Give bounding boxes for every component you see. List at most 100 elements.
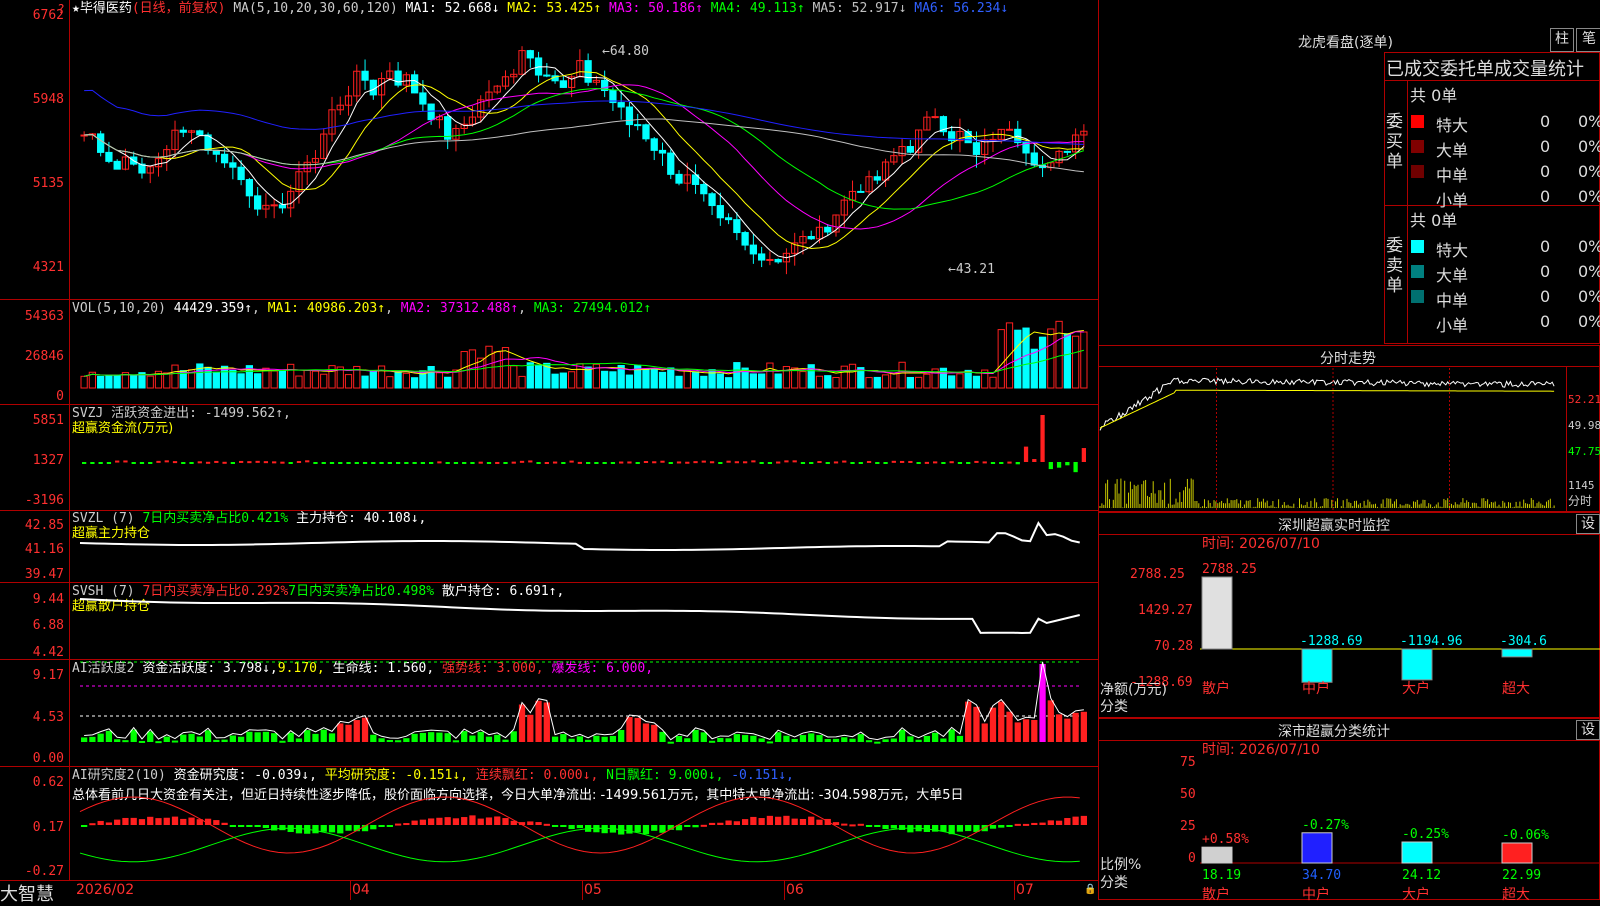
ratio-change-label: -0.25%: [1402, 827, 1449, 842]
main-holding-chart[interactable]: [70, 511, 1098, 582]
fund-flow-bar: [569, 460, 574, 463]
volume-bar: [683, 370, 691, 389]
intraday-axis-label: 分时: [1568, 494, 1593, 508]
activity-bar: [163, 736, 170, 742]
activity-bar: [659, 731, 666, 742]
activity-bar: [81, 737, 88, 742]
candlestick-chart[interactable]: [70, 16, 1098, 299]
category-count: 0: [1540, 287, 1551, 306]
monitor-settings-button[interactable]: 设: [1576, 514, 1600, 534]
research-bar: [725, 820, 732, 825]
fund-flow-bar: [1065, 462, 1070, 466]
research-bar: [147, 816, 154, 825]
category-swatch: [1411, 140, 1424, 153]
activity-bar: [766, 741, 774, 744]
activity-bar: [775, 732, 782, 742]
fund-flow-bar: [726, 460, 731, 463]
ma3-value: MA3: 50.186↑: [609, 1, 703, 16]
stock-name[interactable]: 毕得医药: [80, 1, 132, 16]
ratio-bar: [1401, 841, 1433, 864]
activity-bar: [973, 706, 980, 742]
activity-bar: [841, 737, 848, 742]
intraday-ytick: 47.75: [1568, 445, 1600, 458]
volume-chart[interactable]: [70, 316, 1098, 404]
fund-flow-bar: [957, 462, 963, 464]
fund-flow-bar: [1007, 461, 1012, 464]
ratio-change-label: -0.27%: [1302, 818, 1349, 833]
retail-holding-chart[interactable]: [70, 583, 1098, 659]
fund-flow-bar: [1015, 462, 1020, 465]
monitor-bar-chart[interactable]: 2788.25 散户 -1288.69 中户 -1194.96 大户 -304.6 超大: [1200, 562, 1600, 697]
research-bar: [560, 825, 567, 827]
classify-settings-button[interactable]: 设: [1576, 720, 1600, 740]
volume-bar: [873, 376, 881, 389]
volume-bar: [510, 365, 518, 389]
activity-bar: [618, 729, 625, 742]
volume-bar: [865, 377, 873, 389]
candle-body: [229, 162, 237, 168]
category-name: 中单: [1436, 291, 1469, 310]
fund-flow-bar: [908, 460, 913, 463]
fund-flow-chart[interactable]: [70, 405, 1098, 510]
bar-mode-button[interactable]: 柱: [1550, 28, 1574, 52]
classify-time: 时间: 2026/07/10: [1202, 742, 1320, 758]
activity-bar: [758, 738, 765, 742]
candle-body: [824, 226, 832, 233]
fund-flow-bar: [594, 462, 599, 464]
fund-flow-bar: [420, 462, 426, 464]
activity-bar: [907, 736, 914, 742]
classify-bar-chart[interactable]: +0.58% 18.19 散户 -0.27% 34.70 中户 -0.25% 24.12 大户 -…: [1200, 760, 1600, 903]
research-bar: [1014, 823, 1021, 826]
tick-mode-button[interactable]: 笔: [1576, 28, 1600, 52]
volume-bar: [559, 372, 567, 389]
research-bar: [262, 825, 270, 828]
research-bar: [188, 817, 195, 825]
activity-bar: [560, 734, 567, 742]
research-bar: [535, 822, 542, 825]
research-bar: [105, 822, 113, 825]
ai-research-chart[interactable]: [70, 796, 1098, 880]
research-bar: [229, 825, 236, 827]
fund-flow-bar: [619, 461, 624, 464]
fund-flow-bar: [751, 460, 756, 463]
activity-bar: [865, 740, 873, 743]
favorite-star-icon[interactable]: ★: [72, 1, 80, 16]
xaxis-label: 07: [1016, 882, 1034, 898]
volume-bar: [1063, 333, 1071, 389]
lock-icon[interactable]: 🔒: [1084, 884, 1096, 895]
svzj-ytick: 5851: [32, 413, 64, 428]
category-swatch: [1411, 190, 1424, 203]
volume-bar: [402, 372, 410, 389]
intraday-chart[interactable]: [1099, 368, 1566, 510]
net-amount-label: -304.6: [1500, 634, 1547, 649]
fund-flow-bar: [1081, 448, 1086, 462]
fund-flow-bar: [172, 461, 178, 464]
research-bar: [717, 822, 724, 825]
activity-bar: [411, 733, 418, 742]
activity-bar: [609, 736, 617, 742]
volume-bar: [394, 371, 402, 389]
candle-body: [543, 74, 551, 77]
fund-flow-bar: [1032, 459, 1037, 462]
fund-flow-bar: [866, 460, 872, 463]
ma-line: [84, 84, 1084, 230]
fund-flow-bar: [511, 461, 516, 464]
category-label: 大户: [1402, 680, 1430, 697]
volume-bar: [824, 375, 832, 389]
ai-activity-chart[interactable]: [70, 660, 1098, 766]
candle-body: [724, 217, 733, 221]
volume-bar: [493, 351, 501, 389]
volume-bar: [270, 370, 278, 389]
fund-flow-bar: [156, 460, 161, 463]
activity-bar: [576, 736, 583, 742]
monitor-title: 深圳超赢实时监控: [1278, 518, 1390, 534]
research-bar: [419, 819, 427, 825]
candle-body: [766, 258, 774, 261]
activity-bar: [213, 739, 220, 742]
fund-flow-bar: [280, 461, 285, 464]
research-bar: [998, 825, 1005, 828]
fund-flow-bar: [379, 462, 384, 464]
activity-bar: [105, 730, 113, 742]
activity-bar: [890, 738, 897, 742]
activity-bar: [295, 738, 303, 742]
